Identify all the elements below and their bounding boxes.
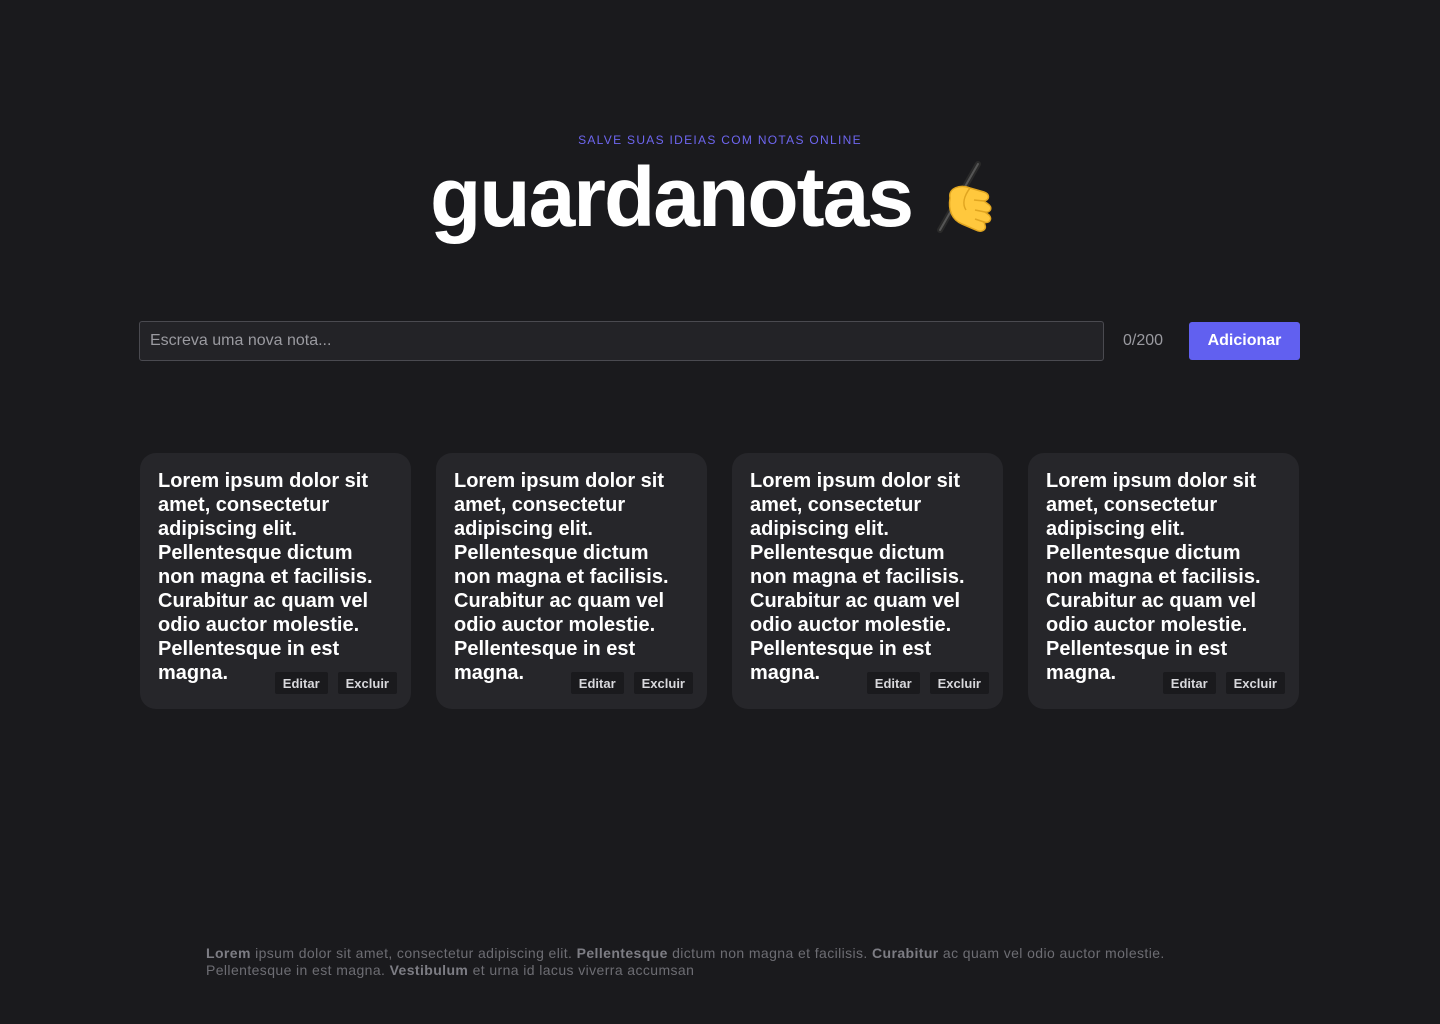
tagline: SALVE SUAS IDEIAS COM NOTAS ONLINE <box>578 133 862 147</box>
footer-span: ipsum dolor sit amet, consectetur adipis… <box>250 945 577 961</box>
footer-bold: Lorem <box>206 945 251 961</box>
note-card: Lorem ipsum dolor sit amet, consectetur … <box>732 453 1003 709</box>
writing-hand-icon <box>926 158 1010 242</box>
delete-note-button[interactable]: Excluir <box>337 672 397 694</box>
delete-note-button[interactable]: Excluir <box>929 672 989 694</box>
footer-span: et urna id lacus viverra accumsan <box>468 962 695 978</box>
character-counter: 0/200 <box>1123 332 1164 349</box>
note-card: Lorem ipsum dolor sit amet, consectetur … <box>140 453 411 709</box>
delete-note-button[interactable]: Excluir <box>1225 672 1285 694</box>
notes-list: Lorem ipsum dolor sit amet, consectetur … <box>140 453 1300 709</box>
add-note-button[interactable]: Adicionar <box>1189 322 1300 360</box>
note-composer: 0/200 Adicionar <box>139 321 1300 361</box>
note-text: Lorem ipsum dolor sit amet, consectetur … <box>454 470 669 684</box>
delete-note-button[interactable]: Excluir <box>633 672 693 694</box>
title-row: guardanotas <box>0 150 1440 250</box>
edit-note-button[interactable]: Editar <box>570 672 624 694</box>
new-note-input[interactable] <box>139 321 1104 361</box>
edit-note-button[interactable]: Editar <box>866 672 920 694</box>
note-actions: Editar Excluir <box>570 672 693 694</box>
note-actions: Editar Excluir <box>1162 672 1285 694</box>
note-actions: Editar Excluir <box>274 672 397 694</box>
footer-span: dictum non magna et facilisis. <box>667 945 873 961</box>
edit-note-button[interactable]: Editar <box>274 672 328 694</box>
app-title: guardanotas <box>429 150 914 244</box>
footer-bold: Vestibulum <box>389 962 469 978</box>
edit-note-button[interactable]: Editar <box>1162 672 1216 694</box>
note-text: Lorem ipsum dolor sit amet, consectetur … <box>1046 470 1261 684</box>
footer-bold: Pellentesque <box>576 945 668 961</box>
note-card: Lorem ipsum dolor sit amet, consectetur … <box>1028 453 1299 709</box>
footer-bold: Curabitur <box>872 945 939 961</box>
footer-text: Lorem ipsum dolor sit amet, consectetur … <box>206 945 1236 979</box>
note-text: Lorem ipsum dolor sit amet, consectetur … <box>158 470 373 684</box>
note-actions: Editar Excluir <box>866 672 989 694</box>
note-text: Lorem ipsum dolor sit amet, consectetur … <box>750 470 965 684</box>
note-card: Lorem ipsum dolor sit amet, consectetur … <box>436 453 707 709</box>
